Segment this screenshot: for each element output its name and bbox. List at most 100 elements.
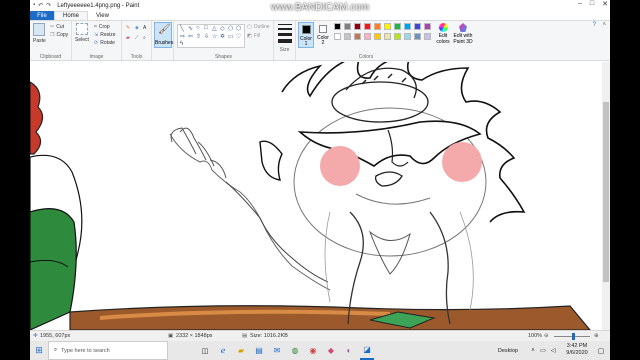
notifications-icon[interactable]: ▢ xyxy=(596,341,606,360)
magnifier-icon[interactable]: ⌕ xyxy=(143,35,146,41)
hexagon-shape-icon[interactable]: ⬡ xyxy=(236,25,241,32)
copy-button[interactable]: ❐ Copy xyxy=(50,32,68,38)
diamond-shape-icon[interactable]: ◇ xyxy=(220,25,225,32)
maximize-button[interactable]: □ xyxy=(590,0,594,8)
palette-swatch[interactable] xyxy=(334,23,341,30)
fill-icon[interactable]: ◈ xyxy=(135,25,139,31)
palette-swatch[interactable] xyxy=(414,33,421,40)
curve-shape-icon[interactable]: ∿ xyxy=(188,25,193,32)
shapes-gallery[interactable]: ╲ ∿ ○ □ △ ◇ ⬠ ⬡ ⇨ ⇦ ⇧ ⇩ ☆ ✡ ▭ ♡ ϟ xyxy=(177,24,245,48)
palette-swatch[interactable] xyxy=(384,23,391,30)
cut-button[interactable]: ✂ Cut xyxy=(50,24,64,30)
size-button[interactable] xyxy=(278,24,292,43)
lightning-shape-icon[interactable]: ϟ xyxy=(180,41,183,47)
clock[interactable]: 3:42 PM 9/6/2020 xyxy=(560,343,594,357)
palette-swatch[interactable] xyxy=(354,23,361,30)
drawing-canvas[interactable] xyxy=(30,62,602,330)
arrow-up-shape-icon[interactable]: ⇧ xyxy=(196,33,201,40)
network-icon[interactable]: ▭ xyxy=(538,341,548,360)
zoom-out-icon[interactable]: ⊖ xyxy=(544,333,549,339)
hat-crown xyxy=(345,67,417,99)
pentagon-shape-icon[interactable]: ⬠ xyxy=(228,25,233,32)
task-view-icon[interactable]: ◫ xyxy=(198,341,212,360)
star-six-shape-icon[interactable]: ✡ xyxy=(220,33,225,40)
palette-swatch[interactable] xyxy=(424,23,431,30)
star-shape-icon[interactable]: ☆ xyxy=(212,33,217,40)
pencil-icon[interactable]: ✎ xyxy=(126,25,130,31)
color-picker-icon[interactable]: ⟋ xyxy=(135,35,139,41)
paint-taskbar-icon[interactable]: ◪ xyxy=(360,341,374,360)
redo-icon[interactable]: ↷ xyxy=(46,2,51,9)
palette-swatch[interactable] xyxy=(384,33,391,40)
arrow-right-shape-icon[interactable]: ⇨ xyxy=(180,33,185,40)
collapse-ribbon-icon[interactable]: ˄ xyxy=(602,22,606,28)
resize-button[interactable]: ⇲ Resize xyxy=(94,32,116,38)
fill-dropdown[interactable]: ◩ Fill xyxy=(247,33,260,39)
edge-icon[interactable]: ℯ xyxy=(216,341,230,360)
edit-paint3d-button[interactable]: Edit with Paint 3D xyxy=(452,23,474,45)
zoom-slider-thumb[interactable] xyxy=(572,333,575,340)
palette-swatch[interactable] xyxy=(374,33,381,40)
rotate-button[interactable]: ⟳ Rotate xyxy=(94,40,115,46)
palette-swatch[interactable] xyxy=(354,33,361,40)
left-blush-cheek xyxy=(320,146,360,186)
oval-shape-icon[interactable]: ○ xyxy=(196,25,200,31)
palette-swatch[interactable] xyxy=(344,33,351,40)
outline-dropdown[interactable]: ▢ Outline xyxy=(247,24,270,30)
line-shape-icon[interactable]: ╲ xyxy=(180,25,184,32)
mail-icon[interactable]: ✉ xyxy=(270,341,284,360)
tray-chevron-icon[interactable]: ˄ xyxy=(528,341,538,360)
palette-swatch[interactable] xyxy=(404,23,411,30)
undo-icon[interactable]: ↶ xyxy=(38,2,43,9)
file-explorer-icon[interactable]: ▰ xyxy=(234,341,248,360)
select-button[interactable]: Select xyxy=(75,23,89,43)
chrome-icon[interactable]: ◍ xyxy=(288,341,302,360)
vertical-scrollbar[interactable] xyxy=(602,62,610,330)
store-icon[interactable]: ▤ xyxy=(252,341,266,360)
palette-swatch[interactable] xyxy=(364,23,371,30)
edit-colors-button[interactable]: Edit colors xyxy=(436,23,450,45)
windows-start-icon[interactable]: ⊞ xyxy=(30,341,48,360)
crop-button[interactable]: ⌗ Crop xyxy=(94,24,110,30)
green-shirt-shape xyxy=(30,208,77,330)
volume-icon[interactable]: ◁ xyxy=(548,341,558,360)
search-box[interactable]: ⌕ Type here to search xyxy=(48,341,168,360)
palette-swatch[interactable] xyxy=(374,23,381,30)
palette-swatch[interactable] xyxy=(394,23,401,30)
close-button[interactable]: ✕ xyxy=(602,0,608,8)
help-icon[interactable]: ? xyxy=(593,22,596,28)
save-icon[interactable]: ▪ xyxy=(33,2,35,9)
bandicam-icon[interactable]: ◉ xyxy=(306,341,320,360)
zoom-in-icon[interactable]: ⊕ xyxy=(594,333,599,339)
clipboard-icon xyxy=(33,23,46,36)
palette-swatch[interactable] xyxy=(394,33,401,40)
paste-button[interactable]: Paste xyxy=(33,23,46,44)
zoom-slider[interactable] xyxy=(554,333,590,340)
left-ear-outline xyxy=(259,140,283,181)
palette-swatch[interactable] xyxy=(424,33,431,40)
heart-shape-icon[interactable]: ♡ xyxy=(236,33,241,40)
palette-swatch[interactable] xyxy=(414,23,421,30)
arrow-down-shape-icon[interactable]: ⇩ xyxy=(204,33,209,40)
palette-swatch[interactable] xyxy=(364,33,371,40)
callout-shape-icon[interactable]: ▭ xyxy=(228,33,234,40)
tab-view[interactable]: View xyxy=(88,11,117,20)
eraser-icon[interactable]: ▰ xyxy=(126,35,130,41)
palette-swatch[interactable] xyxy=(404,33,411,40)
desktop-toolbar[interactable]: Desktop xyxy=(488,341,528,360)
app-icon[interactable]: ◆ xyxy=(324,341,338,360)
text-icon[interactable]: A xyxy=(143,25,146,31)
tab-home[interactable]: Home xyxy=(54,11,89,20)
tab-file[interactable]: File xyxy=(30,11,54,20)
brushes-button[interactable]: 🖌 Brushes xyxy=(154,22,173,48)
color2-button[interactable]: Color 2 xyxy=(316,22,330,48)
palette-swatch[interactable] xyxy=(334,33,341,40)
arrow-left-shape-icon[interactable]: ⇦ xyxy=(188,33,193,40)
triangle-shape-icon[interactable]: △ xyxy=(212,25,217,32)
rectangle-shape-icon[interactable]: □ xyxy=(204,25,208,31)
scrollbar-thumb[interactable] xyxy=(603,102,609,282)
color1-button[interactable]: Color 1 xyxy=(298,22,314,48)
discord-icon[interactable]: ◐ xyxy=(342,341,356,360)
minimize-button[interactable]: – xyxy=(578,0,582,8)
palette-swatch[interactable] xyxy=(344,23,351,30)
